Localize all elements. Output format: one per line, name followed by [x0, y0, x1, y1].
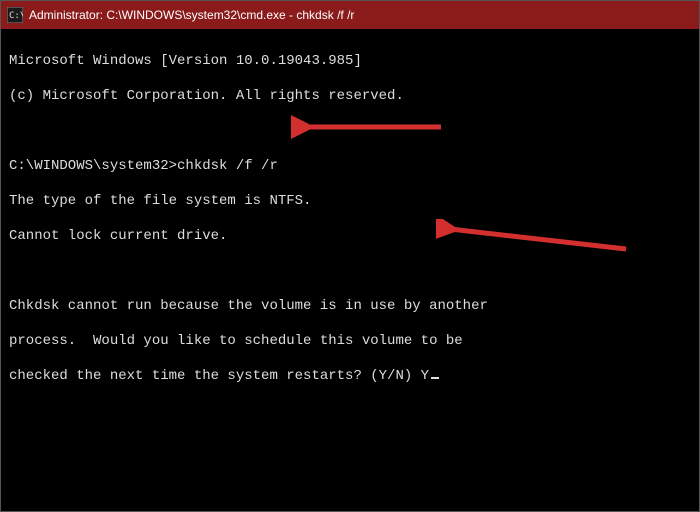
cmd-icon: C:\: [7, 7, 23, 23]
text-cursor: [431, 377, 439, 379]
output-line: (c) Microsoft Corporation. All rights re…: [9, 88, 691, 106]
blank-line: [9, 123, 691, 141]
output-line: Cannot lock current drive.: [9, 228, 691, 246]
prompt: C:\WINDOWS\system32>: [9, 158, 177, 174]
terminal-content[interactable]: Microsoft Windows [Version 10.0.19043.98…: [1, 29, 699, 511]
output-line: Microsoft Windows [Version 10.0.19043.98…: [9, 53, 691, 71]
output-line: Chkdsk cannot run because the volume is …: [9, 298, 691, 316]
output-line: process. Would you like to schedule this…: [9, 333, 691, 351]
prompt-line: C:\WINDOWS\system32>chkdsk /f /r: [9, 158, 691, 176]
window-title: Administrator: C:\WINDOWS\system32\cmd.e…: [29, 8, 354, 22]
blank-line: [9, 263, 691, 281]
titlebar[interactable]: C:\ Administrator: C:\WINDOWS\system32\c…: [1, 1, 699, 29]
command-prompt-window: C:\ Administrator: C:\WINDOWS\system32\c…: [0, 0, 700, 512]
svg-text:C:\: C:\: [9, 11, 23, 21]
output-line: The type of the file system is NTFS.: [9, 193, 691, 211]
typed-command: chkdsk /f /r: [177, 158, 278, 174]
output-line: checked the next time the system restart…: [9, 368, 421, 384]
user-response: Y: [421, 368, 429, 384]
prompt-line: checked the next time the system restart…: [9, 368, 691, 386]
